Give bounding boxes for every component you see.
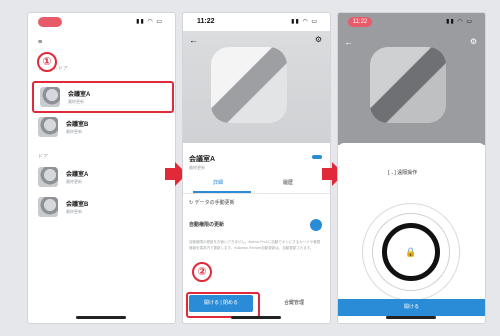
lock-thumbnail bbox=[38, 167, 58, 187]
system-icons: ▮▮ ◠ ▭ bbox=[291, 19, 318, 25]
dimmed-background bbox=[338, 13, 485, 145]
screen-unlock-sheet: 11:22 ▮▮ ◠ ▭ ← ⚙ [→] 遠隔操作 🔒 開ける bbox=[338, 13, 485, 323]
lock-item[interactable]: 会議室A 最終更新 bbox=[32, 81, 174, 113]
lock-subtitle: 最終更新 bbox=[68, 99, 84, 104]
lock-photo bbox=[183, 31, 330, 143]
arrow-1-body bbox=[165, 168, 175, 180]
tab-underline bbox=[193, 191, 251, 193]
status-pill bbox=[38, 17, 62, 27]
tab-history[interactable]: 履歴 bbox=[283, 179, 293, 186]
lock-device-image bbox=[211, 47, 287, 123]
lock-item[interactable]: 会議室B 最終更新 bbox=[32, 193, 170, 221]
lock-name: 会議室A bbox=[68, 92, 91, 98]
status-time: 11:22 bbox=[348, 17, 372, 27]
refresh-label: データの手動更新 bbox=[194, 200, 235, 206]
lock-icon: 🔒 bbox=[405, 247, 417, 257]
lock-name: 会議室B bbox=[66, 202, 89, 208]
lock-name: 会議室B bbox=[66, 122, 89, 128]
section-label-door: ドア bbox=[38, 154, 49, 160]
settings-gear-icon[interactable]: ⚙ bbox=[470, 37, 477, 46]
status-bar: 11:22 ▮▮ ◠ ▭ bbox=[338, 13, 485, 31]
lock-thumbnail bbox=[40, 87, 60, 107]
step-1-badge: ① bbox=[37, 52, 57, 72]
battery-indicator bbox=[312, 155, 322, 159]
home-indicator bbox=[386, 316, 436, 319]
open-close-button[interactable]: 開ける | 閉める bbox=[189, 295, 253, 312]
refresh-row[interactable]: ↻ データの手動更新 bbox=[189, 199, 235, 206]
lock-item[interactable]: 会議室B 最終更新 bbox=[32, 113, 170, 141]
key-management-button[interactable]: 合鍵管理 bbox=[265, 295, 323, 312]
status-bar: 11:22 ▮▮ ◠ ▭ bbox=[183, 13, 330, 31]
lock-item[interactable]: 会議室A 最終更新 bbox=[32, 163, 170, 191]
lock-subtitle: 最終更新 bbox=[66, 129, 82, 134]
permission-description: 自動権限の更新をお使いできません。Akerun Pro2に自動でオンにするカード… bbox=[189, 240, 321, 250]
step-2-badge: ② bbox=[192, 262, 212, 282]
remote-operation-label[interactable]: [→] 遠隔操作 bbox=[388, 169, 417, 176]
system-icons: ▮▮ ◠ ▭ bbox=[136, 19, 163, 25]
lock-subtitle: 最終更新 bbox=[189, 165, 205, 170]
tab-bar: 詳細 履歴 bbox=[183, 175, 330, 194]
back-arrow-icon[interactable]: ← bbox=[189, 35, 198, 45]
lock-device-image bbox=[370, 47, 446, 123]
status-bar: ▮▮ ◠ ▭ bbox=[28, 13, 175, 31]
arrow-2-body bbox=[322, 168, 332, 180]
tab-details[interactable]: 詳細 bbox=[213, 179, 223, 186]
home-indicator bbox=[76, 316, 126, 319]
permission-toggle[interactable] bbox=[310, 219, 322, 231]
lock-subtitle: 最終更新 bbox=[66, 179, 82, 184]
lock-title: 会議室A bbox=[189, 156, 216, 163]
lock-name: 会議室A bbox=[66, 172, 89, 178]
lock-thumbnail bbox=[38, 117, 58, 137]
system-icons: ▮▮ ◠ ▭ bbox=[446, 19, 473, 25]
lock-thumbnail bbox=[38, 197, 58, 217]
settings-gear-icon[interactable]: ⚙ bbox=[315, 35, 322, 44]
home-indicator bbox=[231, 316, 281, 319]
lock-subtitle: 最終更新 bbox=[66, 209, 82, 214]
permission-update-label: 自動権限の更新 bbox=[189, 222, 225, 228]
open-button[interactable]: 開ける bbox=[338, 299, 485, 316]
status-time: 11:22 bbox=[197, 18, 215, 25]
back-arrow-icon[interactable]: ← bbox=[344, 37, 353, 47]
menu-icon[interactable]: ≡ bbox=[38, 39, 42, 46]
